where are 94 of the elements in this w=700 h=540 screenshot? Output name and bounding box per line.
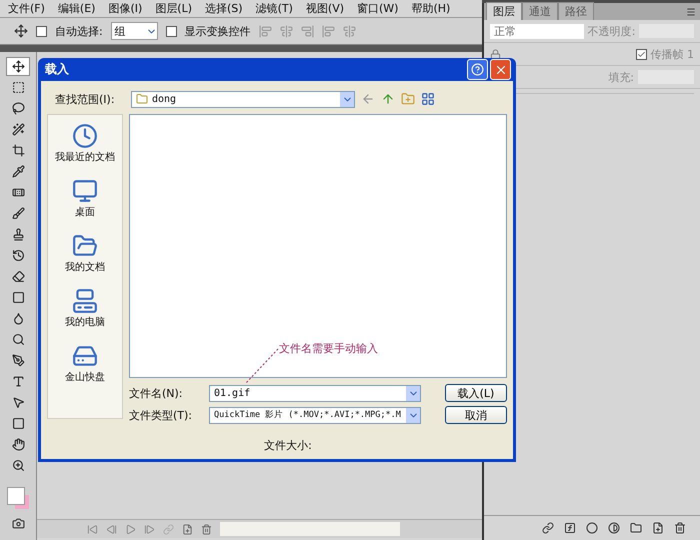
trash-icon [201,524,212,534]
checkbox-label: 传播帧 1 [650,46,694,62]
menu-item[interactable]: 文件(F) [8,1,45,16]
stamp-tool-icon [12,228,24,241]
align-center-icon [342,24,356,38]
checkbox[interactable] [166,26,177,36]
link-icon [542,522,554,534]
place-label[interactable]: 桌面 [75,205,95,219]
close-button[interactable] [490,59,511,80]
step-forward-icon [144,524,155,534]
shape-tool-icon [12,417,24,430]
camera-icon[interactable] [12,517,24,530]
dodge-tool-icon [12,333,24,346]
align-top-icon [258,24,272,38]
cancel-button[interactable]: 取消 [445,406,507,424]
leader-line [245,348,279,384]
zoom-tool-icon [12,459,24,472]
look-in-label: 查找范围(I): [55,92,116,106]
link-icon [163,524,174,534]
menu-item[interactable]: 滤镜(T) [256,1,293,16]
dropdown[interactable]: 组 [110,22,158,40]
fill-label: 填充: [608,70,634,84]
load-button[interactable]: 载入(L) [445,384,507,402]
pen-tool-icon [12,354,24,367]
new-layer-icon [652,522,664,534]
move-tool-icon[interactable] [14,24,28,38]
look-in-dropdown[interactable]: dong [131,90,355,108]
help-icon [471,63,484,76]
skip-back-icon [87,524,98,534]
align-left-icon [322,24,335,38]
marquee-tool-icon [12,81,24,94]
panel-tab[interactable]: 路径 [558,2,594,20]
menu-item[interactable]: 图像(I) [108,1,142,16]
check-icon [636,50,646,58]
dialog-title: 载入 [45,61,69,78]
panel-menu-icon[interactable] [686,7,696,17]
checkbox-label: 自动选择: [55,24,103,38]
place-label[interactable]: 我最近的文档 [55,150,115,164]
adjustment-icon [608,522,620,534]
checkbox-label: 显示变换控件 [184,24,251,38]
place-icon[interactable] [72,178,98,204]
back-icon [361,92,375,106]
place-label[interactable]: 我的文档 [65,260,105,274]
history-tool-icon [12,249,24,262]
menu-item[interactable]: 编辑(E) [58,1,96,16]
checkbox[interactable] [36,26,47,36]
type-tool-icon [12,375,24,388]
crop-tool-icon [12,144,24,157]
tool-button[interactable] [6,57,30,76]
align-bottom-icon [300,24,314,38]
file-type-label: 文件类型(T): [129,408,194,422]
panel-tab[interactable]: 通道 [522,2,558,20]
menu-item[interactable]: 图层(L) [155,1,192,16]
step-back-icon [106,524,117,534]
file-type-dropdown[interactable]: QuickTime 影片 (*.MOV;*.AVI;*.MPG;*.M [209,406,421,424]
blur-tool-icon [12,312,24,325]
checkbox[interactable] [636,48,646,60]
function-icon [564,522,576,534]
trash-icon [674,522,686,534]
eraser-tool-icon [12,270,24,283]
menu-item[interactable]: 窗口(W) [357,1,398,16]
folder-icon [136,93,148,105]
up-folder-icon [381,92,395,106]
file-size-label: 文件大小: [263,438,313,453]
wand-tool-icon [12,123,24,136]
blend-mode-dropdown[interactable]: 正常 [490,24,584,38]
help-button[interactable] [467,59,488,80]
scroll-bar[interactable] [220,522,400,536]
new-frame-icon [182,524,193,534]
play-icon [125,524,136,534]
new-folder-icon [401,92,415,106]
panel-tab[interactable]: 图层 [486,2,522,20]
file-name-field[interactable]: 01.gif [209,384,421,402]
place-label[interactable]: 金山快盘 [65,370,105,384]
menu-item[interactable]: 帮助(H) [411,1,450,16]
menu-item[interactable]: 视图(V) [306,1,344,16]
eyedropper-tool-icon [12,165,24,178]
lock-icon [490,48,501,60]
hand-tool-icon [12,438,24,451]
brush-tool-icon [12,207,24,220]
healing-tool-icon [12,186,24,199]
view-menu-icon [421,92,435,106]
menu-item[interactable]: 选择(S) [205,1,243,16]
place-icon[interactable] [72,288,98,314]
lasso-tool-icon [12,102,24,115]
path-tool-icon [12,396,24,409]
opacity-label: 不透明度: [588,24,636,38]
place-label[interactable]: 我的电脑 [65,315,105,329]
place-icon[interactable] [72,123,98,149]
folder-icon [630,522,642,534]
file-name-label: 文件名(N): [129,386,184,400]
move-tool-icon [12,60,24,73]
align-middle-icon [280,24,293,38]
annotation-text: 文件名需要手动输入 [279,341,378,356]
